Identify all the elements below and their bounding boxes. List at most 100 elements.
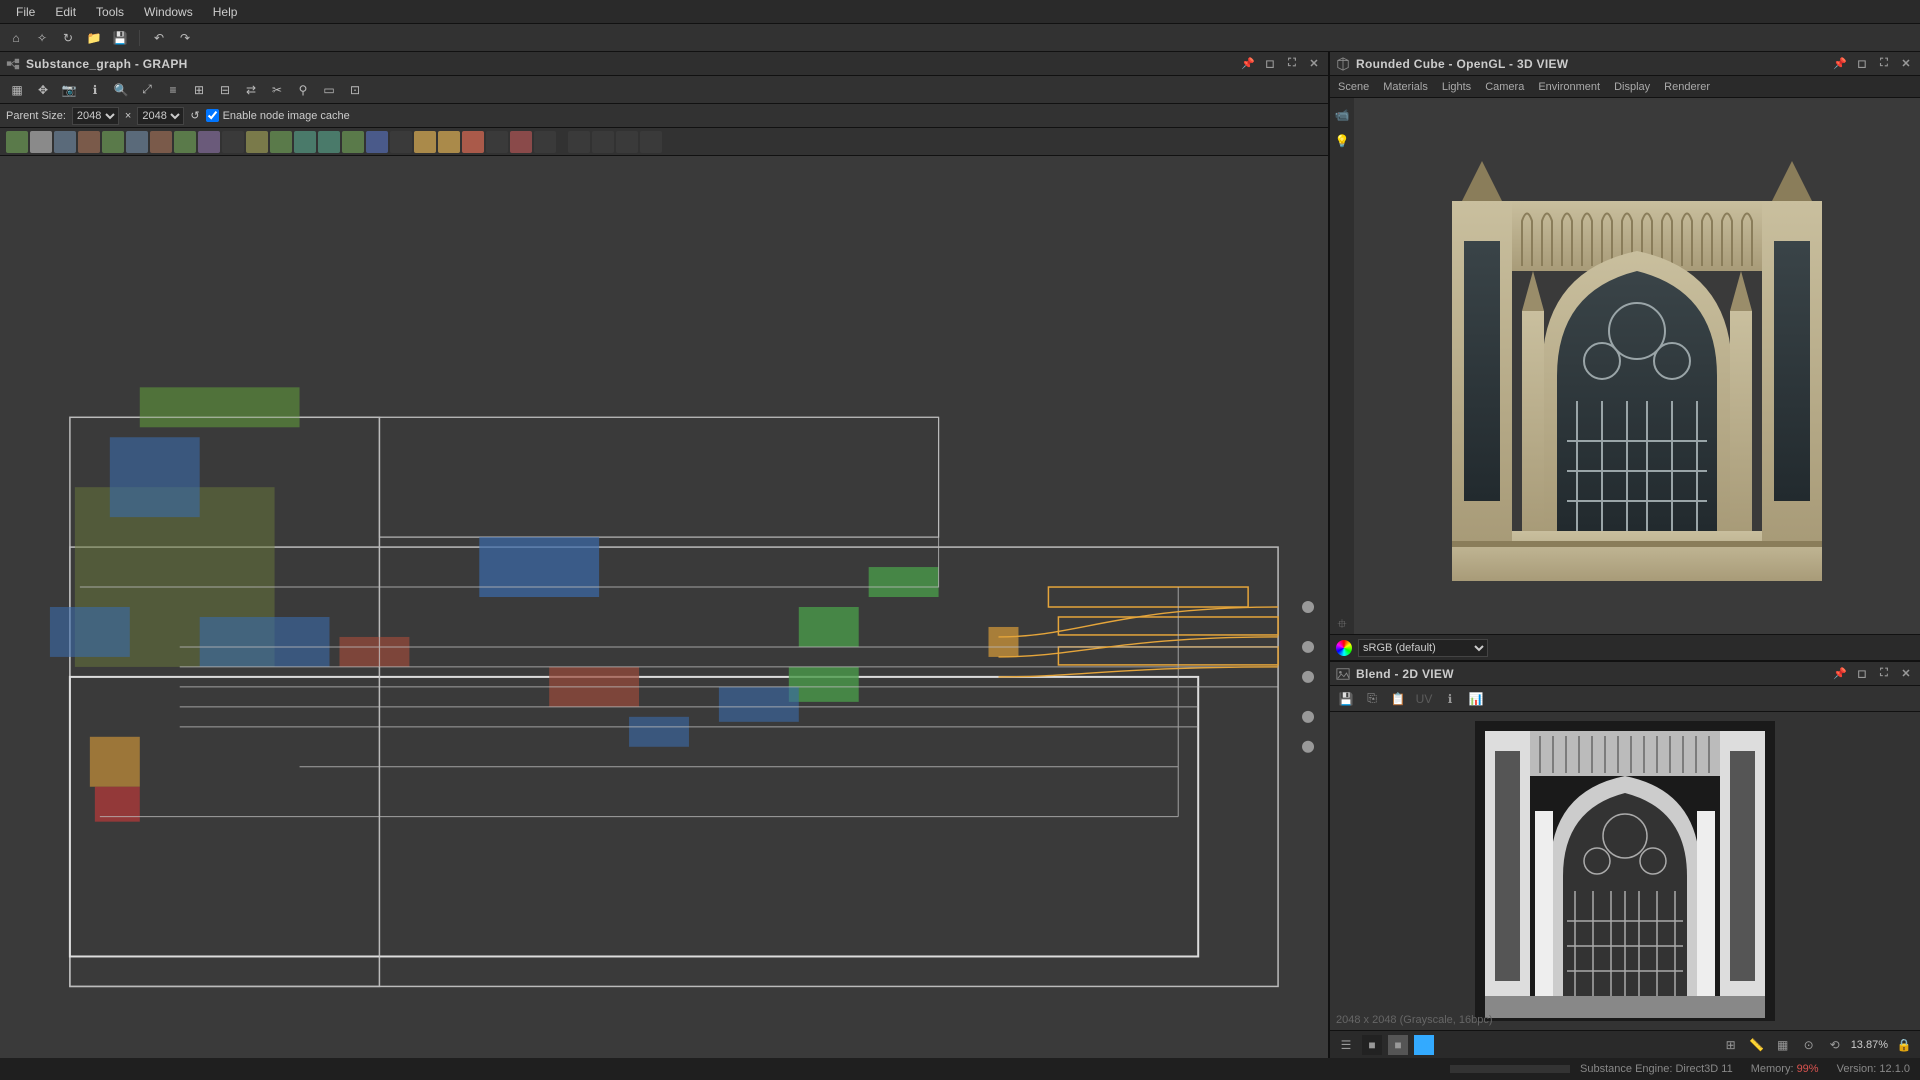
zoom-mode-button[interactable]: ⟲	[1825, 1035, 1845, 1055]
node-svg[interactable]	[414, 131, 436, 153]
node-output[interactable]	[510, 131, 532, 153]
align-tool[interactable]: ≡	[162, 79, 184, 101]
camera-icon-button[interactable]: 📹	[1333, 106, 1351, 124]
save-image-button[interactable]: 💾	[1336, 689, 1356, 709]
tab-scene[interactable]: Scene	[1338, 81, 1369, 93]
select-tool[interactable]: ▦	[6, 79, 28, 101]
node-pin[interactable]	[616, 131, 638, 153]
channel-b-button[interactable]: ■	[1414, 1035, 1434, 1055]
tab-camera[interactable]: Camera	[1485, 81, 1524, 93]
node-portal[interactable]	[640, 131, 662, 153]
node-input[interactable]	[534, 131, 556, 153]
dock-button[interactable]: ◻	[1854, 666, 1870, 682]
lock-button[interactable]: 🔒	[1894, 1035, 1914, 1055]
reset-size-button[interactable]: ↺	[190, 109, 199, 122]
node-curve[interactable]	[102, 131, 124, 153]
node-blur[interactable]	[174, 131, 196, 153]
menu-edit[interactable]: Edit	[45, 2, 86, 22]
node-transform[interactable]	[126, 131, 148, 153]
tile-button[interactable]: ▦	[1773, 1035, 1793, 1055]
node-tile[interactable]	[342, 131, 364, 153]
maximize-button[interactable]: ⛶	[1876, 666, 1892, 682]
node-shape[interactable]	[366, 131, 388, 153]
close-panel-button[interactable]: ✕	[1306, 56, 1322, 72]
view2d-body[interactable]: 2048 x 2048 (Grayscale, 16bpc)	[1330, 712, 1920, 1030]
cache-checkbox-label[interactable]: Enable node image cache	[206, 109, 350, 122]
colorspace-select[interactable]: sRGB (default)	[1358, 639, 1488, 657]
maximize-button[interactable]: ⛶	[1876, 56, 1892, 72]
zoom-tool[interactable]: 🔍	[110, 79, 132, 101]
dock-button[interactable]: ◻	[1854, 56, 1870, 72]
graph-canvas[interactable]	[0, 156, 1328, 1058]
close-panel-button[interactable]: ✕	[1898, 666, 1914, 682]
menu-windows[interactable]: Windows	[134, 2, 203, 22]
close-panel-button[interactable]: ✕	[1898, 56, 1914, 72]
tab-materials[interactable]: Materials	[1383, 81, 1428, 93]
node-text[interactable]	[390, 131, 412, 153]
parent-size-height-select[interactable]: 2048	[137, 107, 184, 125]
grid-tool[interactable]: ⊞	[188, 79, 210, 101]
new-button[interactable]: ✧	[32, 28, 52, 48]
node-channels[interactable]	[294, 131, 316, 153]
pin-button[interactable]: 📌	[1240, 56, 1256, 72]
pin-button[interactable]: 📌	[1832, 56, 1848, 72]
frame-tool[interactable]: ▭	[318, 79, 340, 101]
node-grayscale[interactable]	[222, 131, 244, 153]
view3d-viewport[interactable]	[1354, 98, 1920, 634]
redo-button[interactable]: ↷	[175, 28, 195, 48]
node-bitmap[interactable]	[438, 131, 460, 153]
menu-file[interactable]: File	[6, 2, 45, 22]
parent-size-width-select[interactable]: 2048	[72, 107, 119, 125]
move-tool[interactable]: ✥	[32, 79, 54, 101]
light-icon-button[interactable]: 💡	[1333, 132, 1351, 150]
tab-display[interactable]: Display	[1614, 81, 1650, 93]
undo-button[interactable]: ↶	[149, 28, 169, 48]
refresh-button[interactable]: ↻	[58, 28, 78, 48]
cache-checkbox[interactable]	[206, 109, 219, 122]
pin-tool[interactable]: ⚲	[292, 79, 314, 101]
channel-g-button[interactable]: ■	[1388, 1035, 1408, 1055]
node-uniform-color[interactable]	[6, 131, 28, 153]
node-blend[interactable]	[30, 131, 52, 153]
copy-button[interactable]: 📋	[1388, 689, 1408, 709]
center-button[interactable]: ⊙	[1799, 1035, 1819, 1055]
node-shuffle[interactable]	[318, 131, 340, 153]
link-tool[interactable]: ⇄	[240, 79, 262, 101]
snapshot-tool[interactable]: 📷	[58, 79, 80, 101]
axis-icon-button[interactable]: ⯐	[1333, 616, 1351, 634]
info-tool[interactable]: ℹ	[84, 79, 106, 101]
dock-button[interactable]: ◻	[1262, 56, 1278, 72]
tab-renderer[interactable]: Renderer	[1664, 81, 1710, 93]
node-value[interactable]	[486, 131, 508, 153]
fit-tool[interactable]: ⤢	[136, 79, 158, 101]
save-button[interactable]: 💾	[110, 28, 130, 48]
export-button[interactable]: ⎘	[1362, 689, 1382, 709]
menu-help[interactable]: Help	[203, 2, 248, 22]
node-gradient[interactable]	[54, 131, 76, 153]
ruler-button[interactable]: 📏	[1747, 1035, 1767, 1055]
hierarchy-tool[interactable]: ⊟	[214, 79, 236, 101]
info-button[interactable]: ℹ	[1440, 689, 1460, 709]
maximize-button[interactable]: ⛶	[1284, 56, 1300, 72]
node-warp[interactable]	[150, 131, 172, 153]
tab-lights[interactable]: Lights	[1442, 81, 1471, 93]
node-levels[interactable]	[78, 131, 100, 153]
snap-tool[interactable]: ⊡	[344, 79, 366, 101]
node-fx[interactable]	[462, 131, 484, 153]
node-sharpen[interactable]	[198, 131, 220, 153]
node-comment[interactable]	[568, 131, 590, 153]
uv-toggle[interactable]: UV	[1414, 689, 1434, 709]
pin-button[interactable]: 📌	[1832, 666, 1848, 682]
home-button[interactable]: ⌂	[6, 28, 26, 48]
break-tool[interactable]: ✂	[266, 79, 288, 101]
node-hsl[interactable]	[246, 131, 268, 153]
tab-environment[interactable]: Environment	[1538, 81, 1600, 93]
menu-tools[interactable]: Tools	[86, 2, 134, 22]
channel-r-button[interactable]: ■	[1362, 1035, 1382, 1055]
grid-button[interactable]: ⊞	[1721, 1035, 1741, 1055]
histogram-button[interactable]: 📊	[1466, 689, 1486, 709]
node-normal[interactable]	[270, 131, 292, 153]
layers-button[interactable]: ☰	[1336, 1035, 1356, 1055]
node-frame[interactable]	[592, 131, 614, 153]
open-button[interactable]: 📁	[84, 28, 104, 48]
